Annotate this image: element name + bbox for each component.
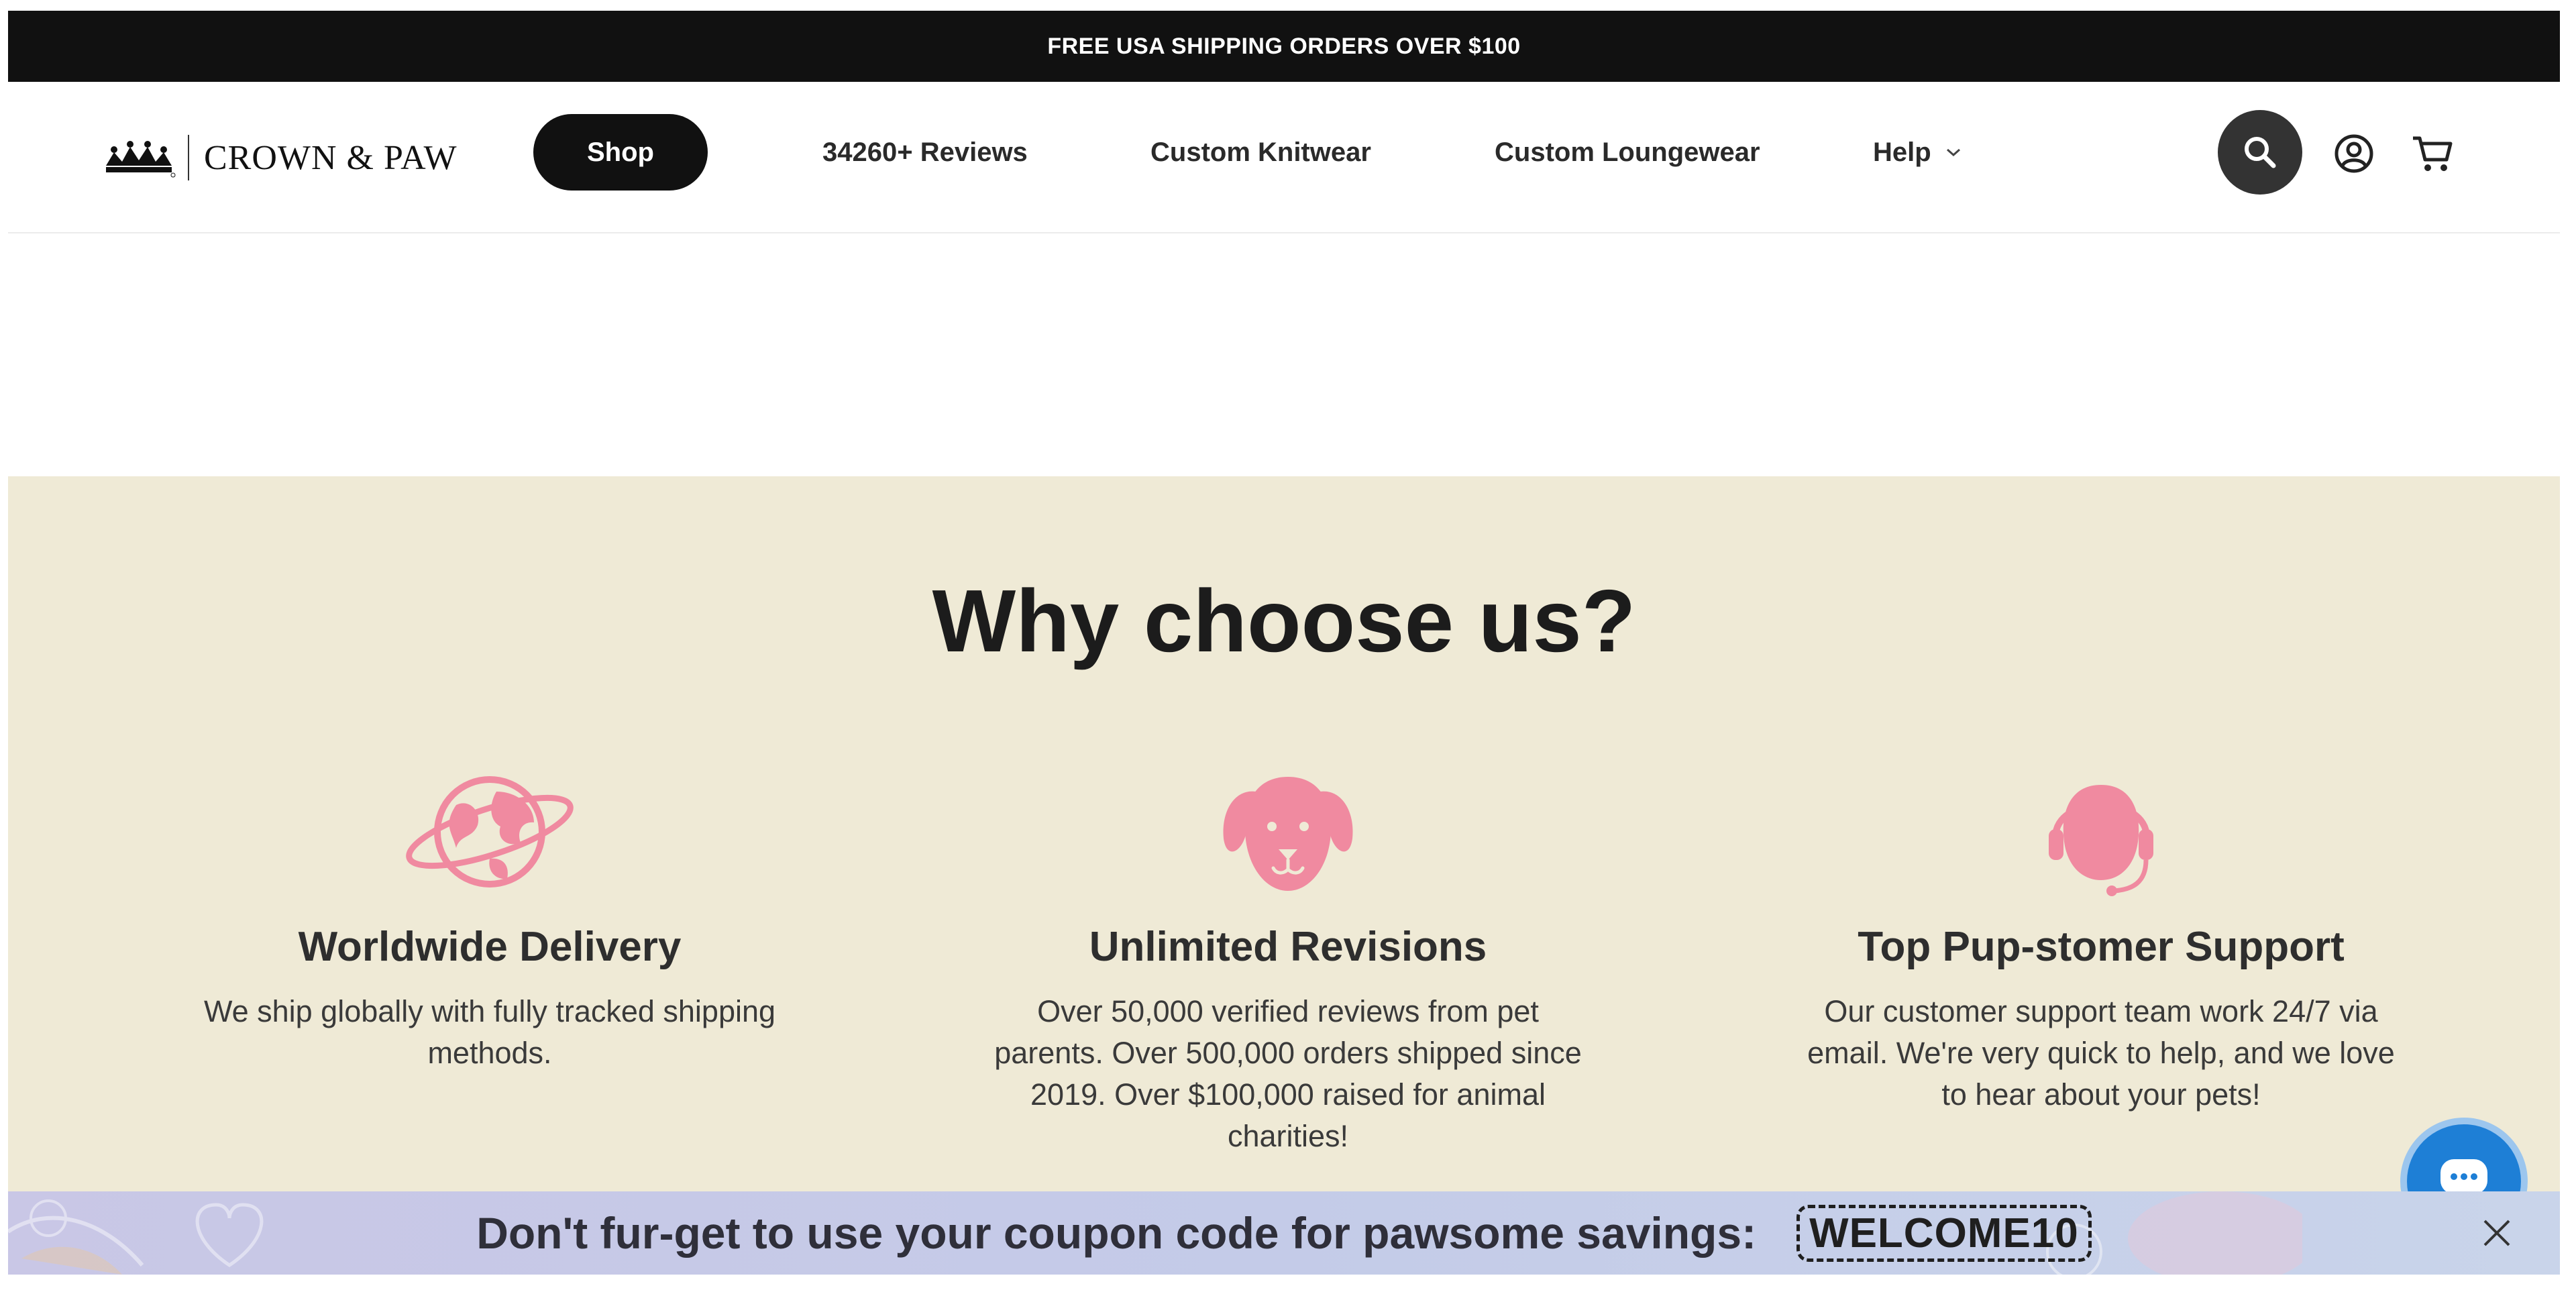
site-header: CROWN & PAW Shop 34260+ Reviews Custom K…: [8, 82, 2560, 233]
page-frame: FREE USA SHIPPING ORDERS OVER $100 CROWN…: [8, 11, 2560, 1275]
nav-help-label: Help: [1873, 137, 1931, 167]
announcement-text: FREE USA SHIPPING ORDERS OVER $100: [1047, 33, 1521, 59]
coupon-code[interactable]: WELCOME10: [1796, 1204, 2092, 1262]
feature-title: Worldwide Delivery: [298, 924, 682, 970]
nav-help-menu[interactable]: Help: [1873, 114, 1961, 191]
dog-face-icon: [1223, 777, 1353, 891]
feature-title: Top Pup-stomer Support: [1858, 924, 2345, 970]
cart-icon: [2413, 136, 2453, 171]
section-title: Why choose us?: [932, 572, 1636, 670]
feature-title: Unlimited Revisions: [1089, 924, 1487, 970]
search-button[interactable]: [2218, 110, 2302, 195]
search-icon: [2245, 137, 2276, 168]
feature-worldwide-delivery: Worldwide Delivery We ship globally with…: [154, 765, 825, 1074]
nav-reviews-link[interactable]: 34260+ Reviews: [822, 114, 1028, 191]
main-nav: Shop 34260+ Reviews Custom Knitwear Cust…: [8, 82, 2560, 232]
user-circle-icon: [2334, 134, 2373, 173]
nav-loungewear-link[interactable]: Custom Loungewear: [1495, 114, 1760, 191]
nav-shop-button[interactable]: Shop: [533, 114, 708, 191]
why-choose-us-section: Why choose us? Worldwide Delivery We shi…: [8, 476, 2560, 1275]
chevron-down-icon: [1946, 148, 1960, 157]
coupon-text: Don't fur-get to use your coupon code fo…: [476, 1208, 1757, 1258]
feature-description: We ship globally with fully tracked ship…: [203, 994, 776, 1070]
feature-description: Over 50,000 verified reviews from pet pa…: [994, 994, 1582, 1153]
feature-description: Our customer support team work 24/7 via …: [1807, 994, 2395, 1112]
globe-icon: [406, 776, 574, 888]
announcement-bar: FREE USA SHIPPING ORDERS OVER $100: [8, 11, 2560, 82]
account-button[interactable]: [2330, 130, 2377, 177]
nav-knitwear-link[interactable]: Custom Knitwear: [1150, 114, 1371, 191]
close-icon[interactable]: [2479, 1216, 2514, 1250]
cart-button[interactable]: [2407, 130, 2458, 177]
coupon-message: Don't fur-get to use your coupon code fo…: [8, 1191, 2560, 1275]
coupon-banner: Don't fur-get to use your coupon code fo…: [8, 1191, 2560, 1275]
feature-unlimited-revisions: Unlimited Revisions Over 50,000 verified…: [953, 765, 1623, 1157]
feature-customer-support: Top Pup-stomer Support Our customer supp…: [1766, 765, 2436, 1116]
headset-icon: [2049, 785, 2153, 896]
